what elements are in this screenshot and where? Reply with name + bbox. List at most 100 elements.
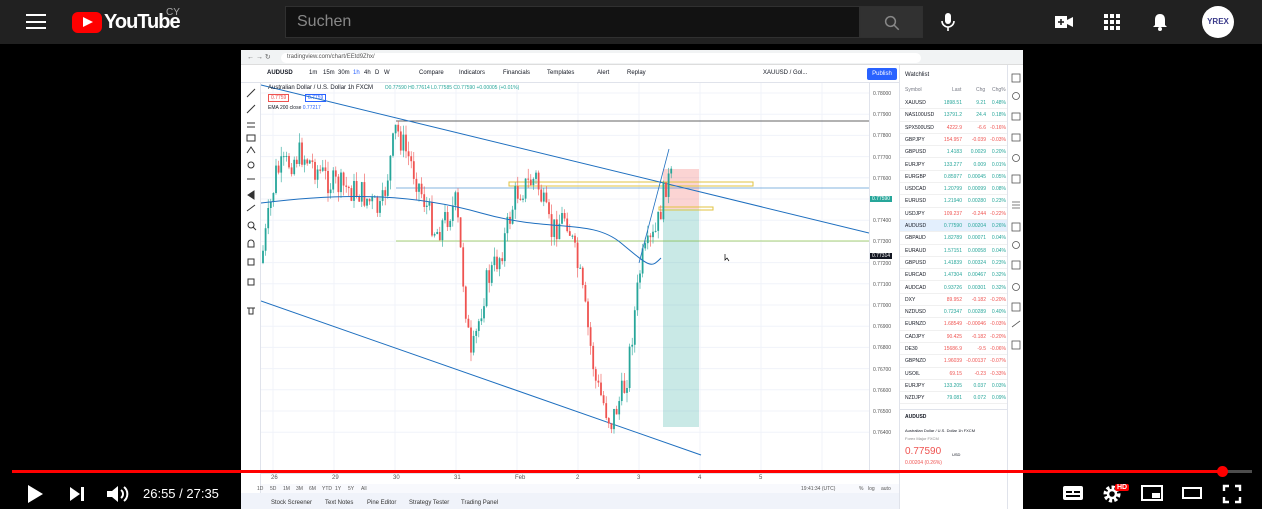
watchlist-row[interactable]: EURCAD 1.47304 0.00467 0.32% [900, 269, 1008, 282]
tv-replay-button[interactable]: Replay [627, 70, 646, 76]
tab-pine-editor[interactable]: Pine Editor [367, 500, 396, 506]
watchlist-row[interactable]: NZDUSD 0.72347 0.00289 0.40% [900, 306, 1008, 319]
watchlist-sym: EURCAD [905, 272, 927, 279]
candle-body [324, 167, 327, 171]
date-range-1m[interactable]: 1M [283, 486, 290, 492]
tv-indicators-button[interactable]: Indicators [459, 70, 485, 76]
search-input[interactable]: Suchen [285, 6, 860, 38]
tab-strategy-tester[interactable]: Strategy Tester [409, 500, 449, 506]
tab-stock-screener[interactable]: Stock Screener [271, 500, 312, 506]
date-range-ytd[interactable]: YTD [322, 486, 332, 492]
tv-symbol[interactable]: AUDUSD [267, 70, 293, 76]
play-icon[interactable] [26, 484, 44, 504]
chart-canvas[interactable] [261, 83, 869, 473]
apps-grid-icon[interactable] [1102, 12, 1122, 32]
tv-interval-15m[interactable]: 15m [323, 70, 335, 76]
date-range-1d[interactable]: 1D [257, 486, 263, 492]
subtitles-icon[interactable] [1062, 484, 1084, 502]
date-range-1y[interactable]: 1Y [335, 486, 341, 492]
progress-scrubber[interactable] [1216, 466, 1228, 477]
watchlist-row[interactable]: USDCAD 1.20799 0.00099 0.08% [900, 183, 1008, 196]
watchlist-row[interactable]: EURGBP 0.85977 0.00045 0.05% [900, 171, 1008, 184]
avatar[interactable]: YREX [1202, 6, 1234, 38]
price-tick-label: 0.77400 [873, 218, 892, 225]
watchlist-chg: 0.0029 [970, 149, 986, 156]
tv-templates-button[interactable]: Templates [547, 70, 574, 76]
next-video-icon[interactable] [68, 484, 86, 504]
drawing-tools-icon[interactable] [241, 83, 261, 343]
watchlist-chg: 0.009 [973, 161, 986, 168]
miniplayer-icon[interactable] [1141, 484, 1163, 502]
date-range-3m[interactable]: 3M [296, 486, 303, 492]
watchlist-row[interactable]: USDJPY 109.237 -0.244 -0.22% [900, 208, 1008, 220]
search-icon [884, 15, 900, 31]
browser-nav-icon[interactable]: ← → ↻ [247, 53, 271, 61]
date-range-5d[interactable]: 5D [270, 486, 276, 492]
candle-body [420, 183, 423, 195]
tv-interval-30m[interactable]: 30m [338, 70, 350, 76]
create-video-icon[interactable] [1054, 12, 1074, 32]
watchlist-chg: -0.244 [971, 210, 986, 217]
tv-layout-name[interactable]: XAUUSD / Gol... [763, 70, 807, 76]
watchlist-row[interactable]: XAUUSD 1898.51 9.21 0.48% [900, 97, 1008, 110]
menu-icon[interactable] [26, 14, 46, 29]
tv-price-scale[interactable]: 0.78000 0.77900 0.77800 0.77700 0.77600 0.775… [869, 83, 899, 473]
candle-body [454, 192, 457, 206]
tv-publish-button[interactable]: Publish [867, 68, 897, 80]
watchlist-row[interactable]: GBPUSD 1.4183 0.0029 0.20% [900, 146, 1008, 159]
watchlist-row[interactable]: USOIL 69.15 -0.23 -0.33% [900, 368, 1008, 380]
volume-icon[interactable] [106, 484, 130, 504]
scale-percent-button[interactable]: % [859, 486, 863, 492]
tv-price-chart[interactable]: Australian Dollar / U.S. Dollar 1h FXCM … [261, 83, 869, 473]
tab-text-notes[interactable]: Text Notes [325, 500, 353, 506]
date-range-5y[interactable]: 5Y [348, 486, 354, 492]
watchlist-row[interactable]: EURJPY 133.205 0.037 0.03% [900, 380, 1008, 393]
date-range-all[interactable]: All [361, 486, 367, 492]
video-frame[interactable]: ← → ↻ tradingview.com/chart/EEtd9Zhx/ AU… [241, 50, 1023, 509]
watchlist-row[interactable]: EURAUD 1.57151 0.00058 0.04% [900, 245, 1008, 257]
tv-interval-4h[interactable]: 4h [364, 70, 371, 76]
tv-alert-button[interactable]: Alert [597, 70, 609, 76]
watchlist-row[interactable]: SPX500USD 4222.9 -6.6 -0.16% [900, 122, 1008, 134]
candle-body [540, 189, 543, 202]
watchlist-row[interactable]: DXY 89.952 -0.182 -0.20% [900, 294, 1008, 307]
fullscreen-icon[interactable] [1222, 484, 1242, 504]
search-button[interactable] [860, 6, 923, 38]
watchlist-title[interactable]: Watchlist [905, 72, 929, 78]
candle-body [311, 160, 314, 162]
notifications-bell-icon[interactable] [1150, 12, 1170, 32]
watchlist-row[interactable]: GBPAUD 1.82789 0.00071 0.04% [900, 232, 1008, 245]
candle-body [615, 408, 618, 415]
watchlist-row[interactable]: EURJPY 133.277 0.009 0.01% [900, 159, 1008, 171]
tv-interval-1m[interactable]: 1m [309, 70, 317, 76]
browser-url[interactable]: tradingview.com/chart/EEtd9Zhx/ [281, 53, 921, 63]
tv-time-axis[interactable]: 26 29 30 31 Feb 2 3 4 5 1D 5D 1M 3M 6M YTD 1Y 5Y All 19:… [257, 473, 899, 494]
sidebar-icons[interactable] [1008, 65, 1023, 365]
watchlist-row[interactable]: AUDCAD 0.93726 0.00301 0.32% [900, 282, 1008, 294]
watchlist-last: 4222.9 [946, 124, 962, 131]
tv-compare-button[interactable]: Compare [419, 70, 444, 76]
tv-interval-1h[interactable]: 1h [353, 70, 360, 76]
watchlist-row[interactable]: AUDUSD 0.77590 0.00204 0.26% [900, 220, 1008, 233]
date-range-6m[interactable]: 6M [309, 486, 316, 492]
tab-trading-panel[interactable]: Trading Panel [461, 500, 498, 506]
microphone-icon[interactable] [940, 12, 956, 32]
watchlist-row[interactable]: DE30 15686.9 -9.5 -0.06% [900, 343, 1008, 356]
watchlist-row[interactable]: EURNZD 1.68549 -0.00046 -0.03% [900, 318, 1008, 331]
scale-auto-button[interactable]: auto [881, 486, 891, 492]
scale-log-button[interactable]: log [868, 486, 875, 492]
watchlist-row[interactable]: NZDJPY 79.081 0.072 0.09% [900, 392, 1008, 405]
tv-interval-w[interactable]: W [384, 70, 390, 76]
tv-interval-d[interactable]: D [375, 70, 379, 76]
watchlist-row[interactable]: EURUSD 1.21940 0.00280 0.23% [900, 195, 1008, 208]
youtube-logo[interactable]: YouTube CY [72, 7, 181, 33]
tv-financials-button[interactable]: Financials [503, 70, 530, 76]
watchlist-row[interactable]: NAS100USD 13791.2 24.4 0.18% [900, 109, 1008, 122]
watchlist-row[interactable]: GBPNZD 1.96039 -0.00137 -0.07% [900, 355, 1008, 368]
watchlist-row[interactable]: GBPJPY 154.957 -0.039 -0.03% [900, 134, 1008, 147]
time-tick-label: 2 [576, 475, 580, 481]
watchlist-row[interactable]: GBPUSD 1.41839 0.00324 0.23% [900, 257, 1008, 270]
theater-mode-icon[interactable] [1181, 484, 1203, 502]
watchlist-row[interactable]: CADJPY 90.425 -0.182 -0.20% [900, 331, 1008, 343]
progress-bar-played[interactable] [12, 470, 1223, 473]
